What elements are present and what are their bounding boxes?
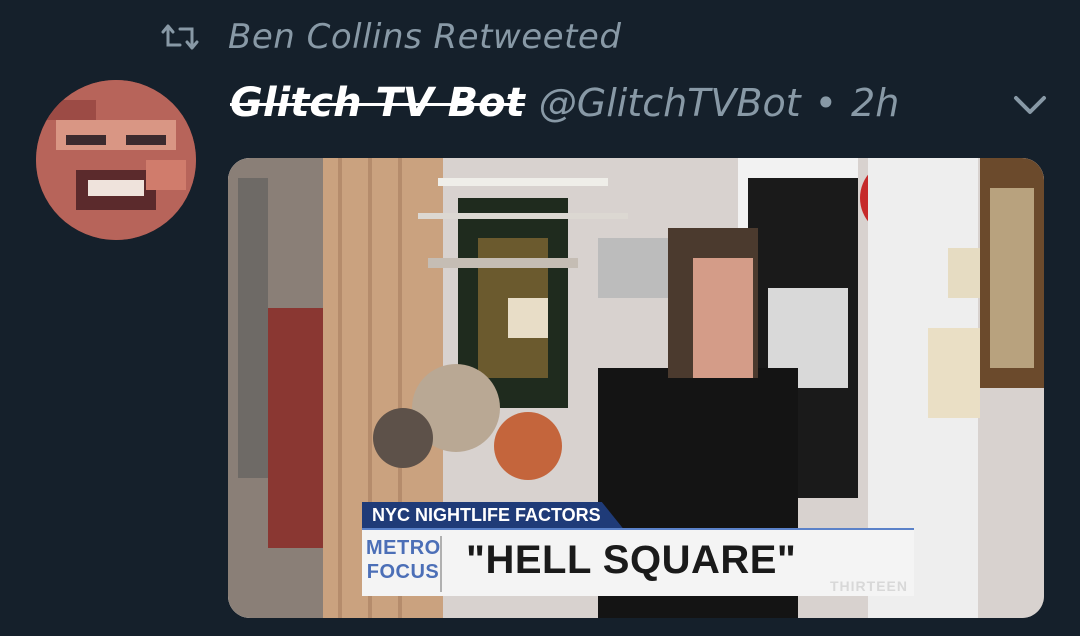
network-watermark: THIRTEEN [830,578,908,594]
logo-line2: FOCUS [366,561,440,583]
tweet-timestamp[interactable]: 2h [851,81,899,125]
banner-topic: NYC NIGHTLIFE FACTORS [362,502,623,528]
display-name[interactable]: Glitch TV Bot [230,80,525,126]
avatar[interactable] [36,80,196,240]
retweet-icon [161,24,199,50]
separator-dot: • [814,81,838,125]
retweet-label[interactable]: Ben Collins Retweeted [228,17,621,57]
news-lower-third: NYC NIGHTLIFE FACTORS METRO FOCUS "HELL … [362,502,914,598]
logo-line1: METRO [366,537,441,559]
user-handle[interactable]: @GlitchTVBot [539,81,801,125]
banner-main: METRO FOCUS "HELL SQUARE" THIRTEEN [362,528,914,596]
tweet-header: Glitch TV Bot @GlitchTVBot • 2h [230,78,899,128]
banner-headline: "HELL SQUARE" [466,538,797,582]
chevron-down-icon[interactable] [1008,88,1052,120]
metro-focus-logo: METRO FOCUS [366,536,442,592]
tweet-media-image[interactable]: NYC NIGHTLIFE FACTORS METRO FOCUS "HELL … [228,158,1044,618]
retweet-context[interactable]: Ben Collins Retweeted [160,14,621,60]
